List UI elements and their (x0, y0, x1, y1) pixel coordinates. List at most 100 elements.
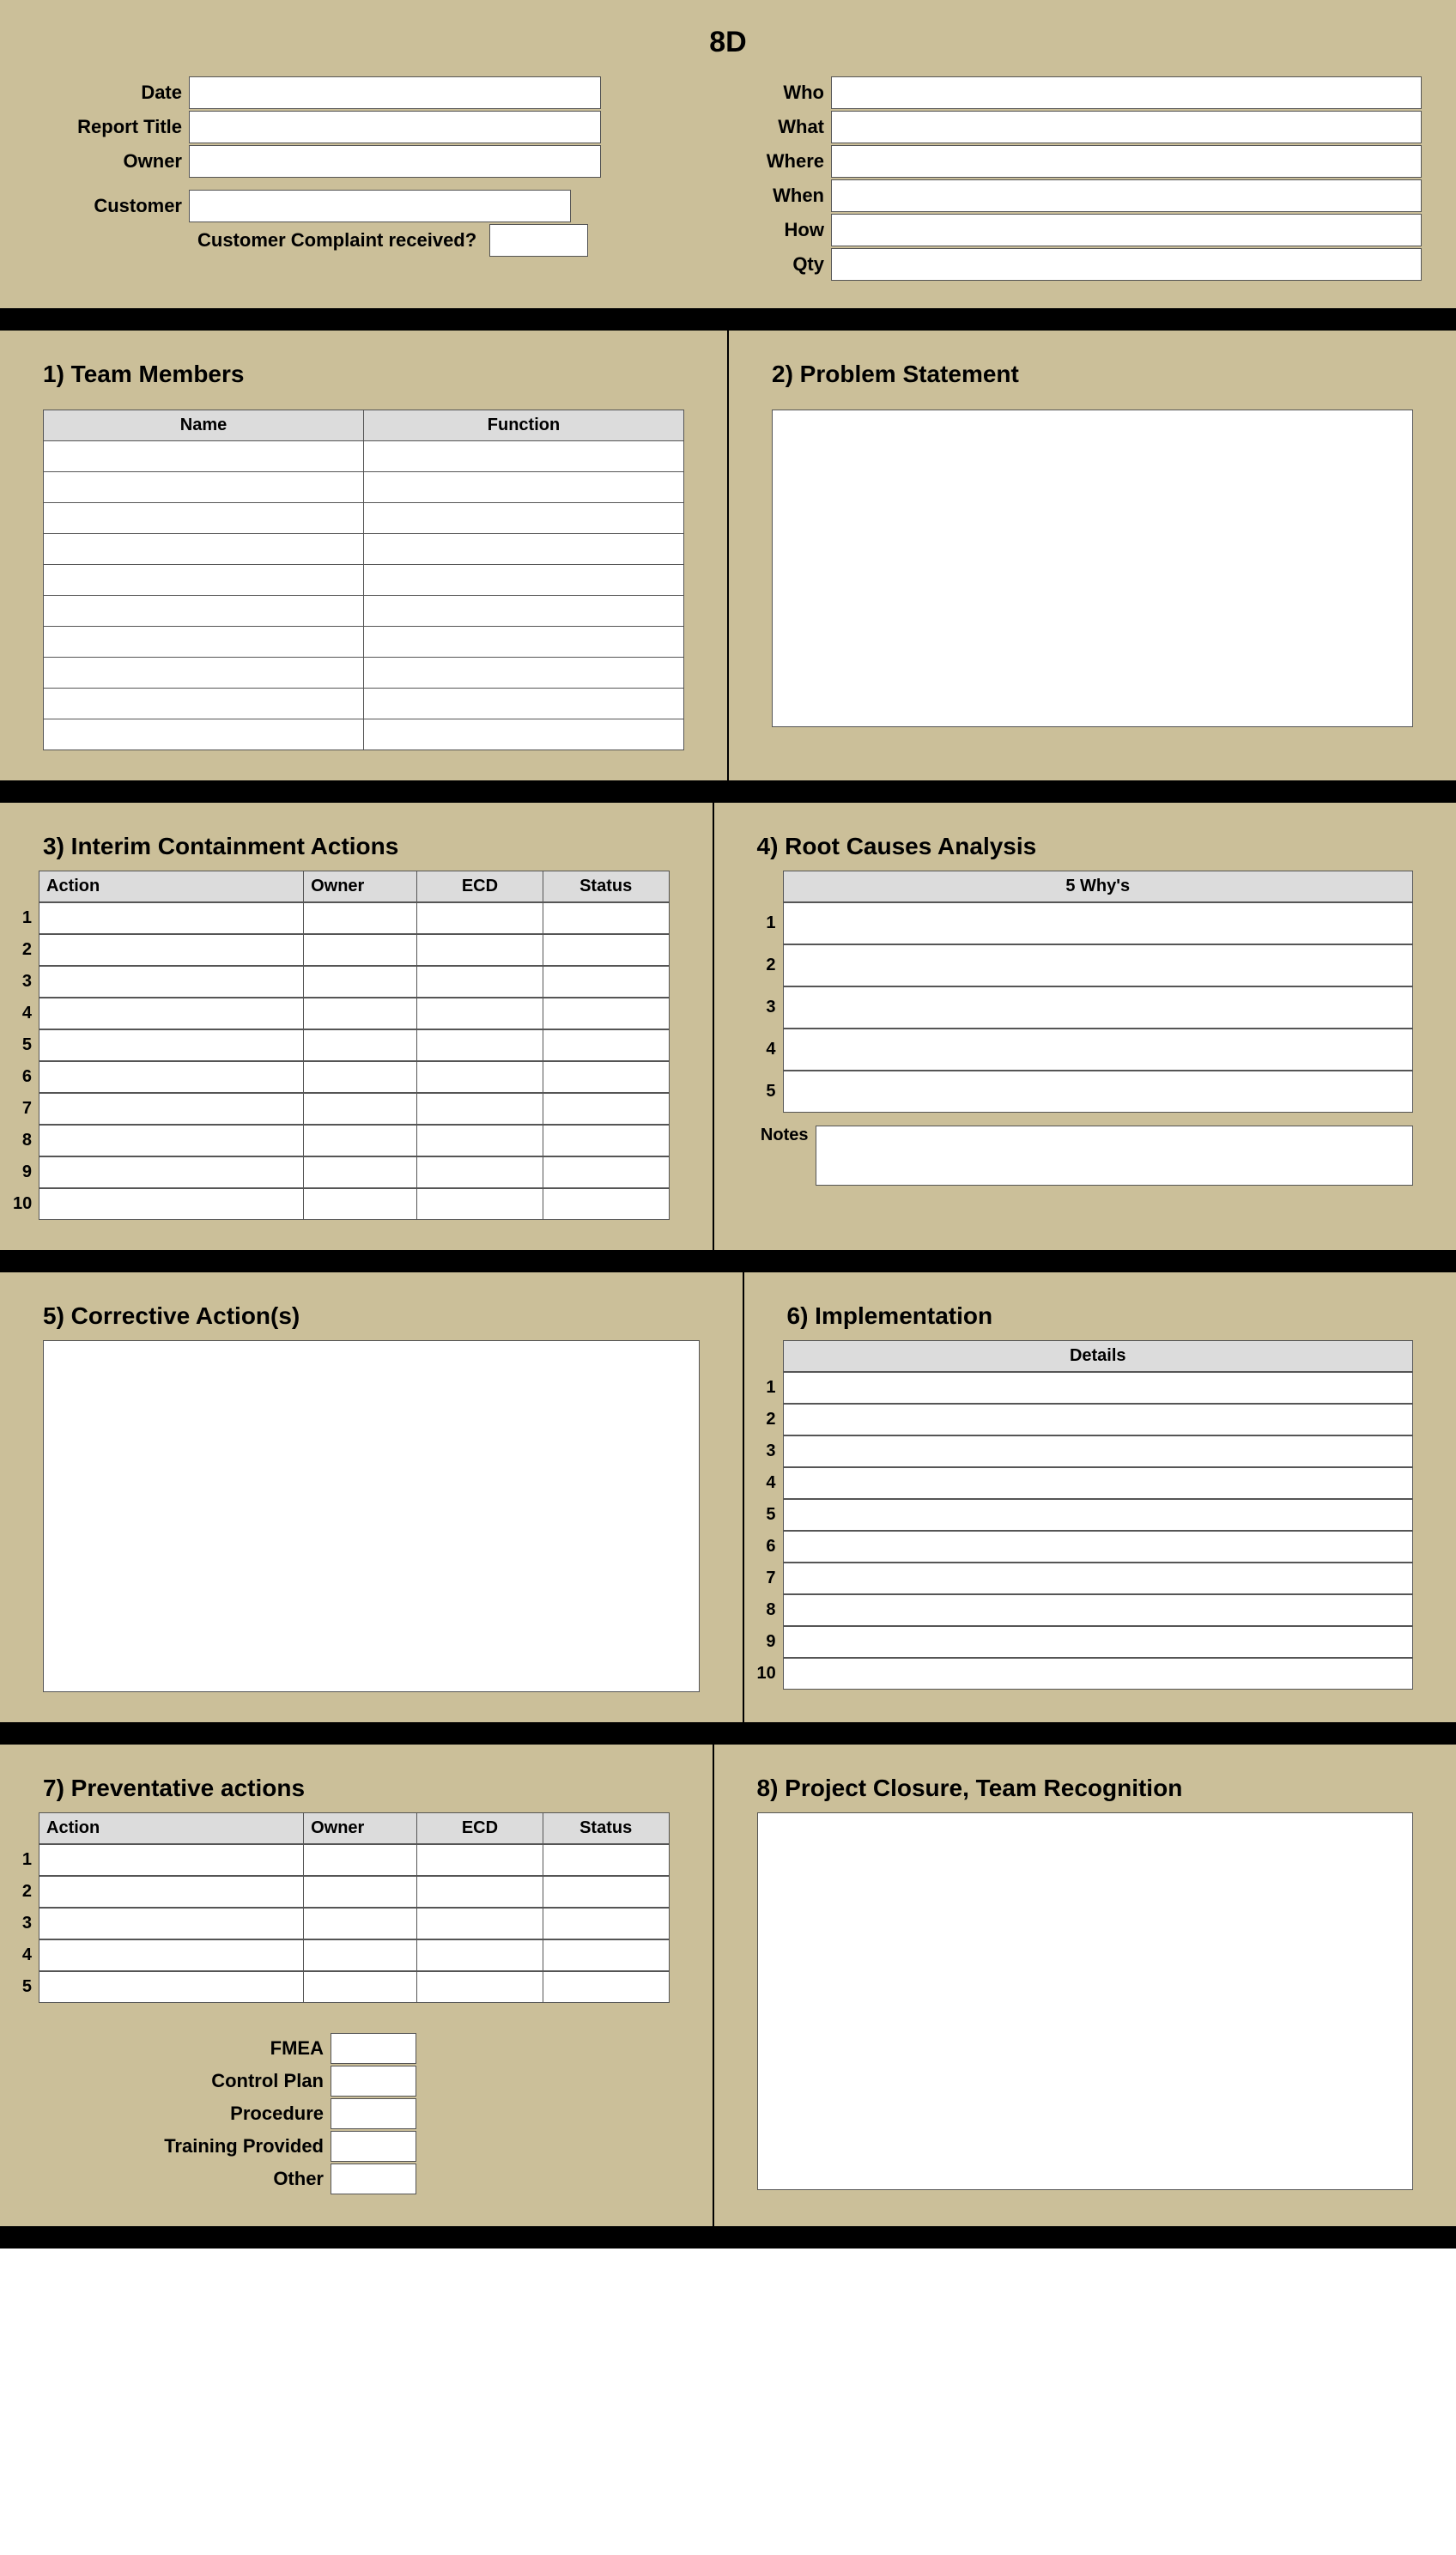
section-prevent: 7) Preventative actions Action Owner ECD… (0, 1745, 714, 2226)
where-input[interactable] (831, 145, 1422, 178)
section-impl: 6) Implementation Details 12345678910 (744, 1272, 1456, 1722)
how-label: How (728, 219, 831, 241)
table-row (44, 719, 684, 750)
row-number: 4 (13, 1945, 39, 1965)
team-table: Name Function (43, 410, 684, 750)
row-number: 7 (13, 1099, 39, 1119)
complaint-input[interactable] (489, 224, 588, 257)
who-input[interactable] (831, 76, 1422, 109)
interim-status-header: Status (543, 871, 669, 902)
other-label: Other (159, 2168, 331, 2190)
root-heading: 4) Root Causes Analysis (757, 833, 1414, 860)
when-input[interactable] (831, 179, 1422, 212)
table-row (44, 627, 684, 658)
table-row (44, 689, 684, 719)
control-input[interactable] (331, 2066, 416, 2097)
table-row: 5 (757, 1071, 1414, 1113)
row-number: 10 (757, 1664, 783, 1684)
other-input[interactable] (331, 2164, 416, 2194)
table-row: 1 (13, 1844, 670, 1876)
row-number: 10 (13, 1194, 39, 1214)
qty-label: Qty (728, 253, 831, 276)
row-number: 5 (757, 1082, 783, 1102)
row-number: 5 (757, 1505, 783, 1525)
prevent-heading: 7) Preventative actions (13, 1775, 670, 1802)
table-row: 2 (13, 934, 670, 966)
owner-label: Owner (34, 150, 189, 173)
prevent-status-header: Status (543, 1813, 669, 1844)
section-corrective: 5) Corrective Action(s) (0, 1272, 744, 1722)
interim-heading: 3) Interim Containment Actions (13, 833, 670, 860)
row-number: 1 (757, 913, 783, 933)
problem-textbox[interactable] (772, 410, 1413, 727)
row-number: 5 (13, 1035, 39, 1055)
divider-2 (0, 780, 1456, 803)
date-label: Date (34, 82, 189, 104)
row-number: 5 (13, 1977, 39, 1997)
table-row: 1 (757, 1372, 1414, 1404)
closure-textbox[interactable] (757, 1812, 1414, 2190)
report-title-input[interactable] (189, 111, 601, 143)
fmea-label: FMEA (159, 2037, 331, 2060)
report-title-label: Report Title (34, 116, 189, 138)
table-row: 4 (757, 1029, 1414, 1071)
row-number: 3 (757, 1441, 783, 1461)
prevent-owner-header: Owner (304, 1813, 417, 1844)
table-row (44, 534, 684, 565)
fmea-input[interactable] (331, 2033, 416, 2064)
page-title: 8D (0, 0, 1456, 76)
table-row (44, 441, 684, 472)
section-problem: 2) Problem Statement (729, 331, 1456, 780)
divider-5 (0, 2226, 1456, 2249)
closure-heading: 8) Project Closure, Team Recognition (757, 1775, 1414, 1802)
customer-label: Customer (34, 195, 189, 217)
table-row: 10 (13, 1188, 670, 1220)
row-number: 1 (757, 1378, 783, 1398)
training-input[interactable] (331, 2131, 416, 2162)
table-row: 8 (13, 1125, 670, 1156)
row-number: 3 (13, 1914, 39, 1933)
row-number: 6 (757, 1537, 783, 1557)
row-number: 1 (13, 1850, 39, 1870)
prevent-rows: 1 2 3 4 5 (13, 1844, 670, 2003)
row-number: 3 (13, 972, 39, 992)
training-label: Training Provided (159, 2135, 331, 2157)
how-input[interactable] (831, 214, 1422, 246)
divider-1 (0, 308, 1456, 331)
interim-rows: 12345678910 (13, 902, 670, 1220)
impl-heading: 6) Implementation (757, 1302, 1414, 1330)
table-row: 7 (13, 1093, 670, 1125)
team-heading: 1) Team Members (43, 361, 684, 388)
team-name-header: Name (44, 410, 364, 441)
procedure-input[interactable] (331, 2098, 416, 2129)
table-row: 5 (13, 1029, 670, 1061)
section-interim: 3) Interim Containment Actions Action Ow… (0, 803, 714, 1250)
what-input[interactable] (831, 111, 1422, 143)
notes-label: Notes (757, 1126, 816, 1186)
table-row: 1 (757, 902, 1414, 944)
corrective-textbox[interactable] (43, 1340, 700, 1692)
page-container: 8D Date Report Title Owner Customer Cust… (0, 0, 1456, 2249)
table-row: 4 (13, 998, 670, 1029)
owner-input[interactable] (189, 145, 601, 178)
date-input[interactable] (189, 76, 601, 109)
table-row: 6 (13, 1061, 670, 1093)
row-number: 6 (13, 1067, 39, 1087)
table-row (44, 658, 684, 689)
row-number: 7 (757, 1569, 783, 1588)
notes-box[interactable] (816, 1126, 1414, 1186)
table-row: 9 (13, 1156, 670, 1188)
row-number: 2 (757, 956, 783, 975)
divider-4 (0, 1722, 1456, 1745)
table-row: 9 (757, 1626, 1414, 1658)
divider-3 (0, 1250, 1456, 1272)
customer-input[interactable] (189, 190, 571, 222)
whys-header: 5 Why's (783, 871, 1413, 902)
table-row: 2 (13, 1876, 670, 1908)
row-number: 4 (757, 1040, 783, 1059)
qty-input[interactable] (831, 248, 1422, 281)
table-row: 10 (757, 1658, 1414, 1690)
row-number: 4 (13, 1004, 39, 1023)
interim-ecd-header: ECD (417, 871, 543, 902)
row-number: 4 (757, 1473, 783, 1493)
